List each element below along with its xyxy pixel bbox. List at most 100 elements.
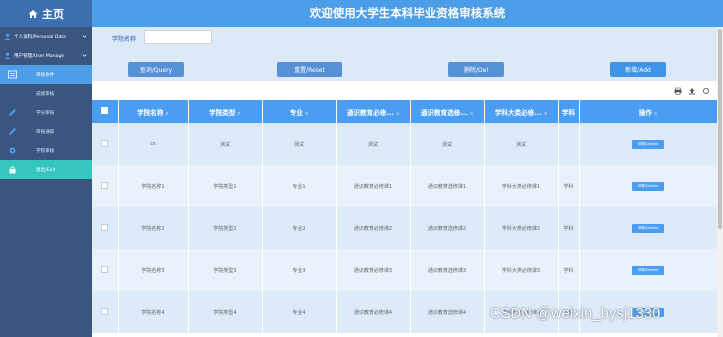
cell-college-name: 学院名称3 (118, 249, 189, 291)
sidebar: 个人资料/Personal Data 用户管理/User Manage 审核条件… (0, 27, 92, 337)
cell-college-type: 学院类型1 (188, 165, 263, 207)
select-all-cell[interactable] (92, 100, 119, 123)
details-button[interactable]: 详情/Details (632, 223, 664, 233)
cell-discipline: 学科 (558, 207, 580, 249)
row-checkbox[interactable] (101, 139, 109, 147)
cell-college-name: 学院名称2 (118, 207, 189, 249)
col-header-actions: 操作 ⇅ (579, 100, 717, 123)
cell-major: 专业1 (262, 165, 337, 207)
col-header-general-required[interactable]: 通识教育必修... ⇅ (336, 100, 411, 123)
sidebar-item-college-audit[interactable]: 学院审核 (0, 141, 92, 160)
table-row[interactable]: 学院名称3 学院类型3 专业3 通识教育必修课3 通识教育选修课3 学科大类必修… (92, 249, 717, 291)
data-table: 学院名称 ⇅ 学院类型 ⇅ 专业 ⇅ 通识教育必修... ⇅ 通识教育选修... ⇅ 学科… (92, 100, 717, 337)
cell-discipline-required: 学科大类必修课2 (484, 207, 559, 249)
top-header: 主页 欢迎使用大学生本科毕业资格审核系统 (0, 0, 723, 27)
cell-general-elective: 通识教育选修课4 (410, 291, 485, 333)
details-button[interactable]: 详情/Details (632, 139, 664, 149)
cell-discipline (558, 123, 580, 165)
sort-icon[interactable]: ⇅ (470, 111, 473, 116)
table-toolbar (92, 81, 723, 100)
chevron-down-icon (82, 54, 87, 57)
add-button[interactable]: 新增/Add (610, 62, 666, 77)
print-icon[interactable] (674, 87, 682, 95)
college-name-input[interactable] (144, 30, 212, 44)
page-scrollbar[interactable] (717, 27, 723, 337)
details-button[interactable]: 详情/Details (632, 181, 664, 191)
users-icon (4, 52, 11, 59)
col-header-major[interactable]: 专业 ⇅ (262, 100, 337, 123)
home-label: 主页 (42, 7, 64, 21)
college-name-label: 学院名称 (112, 36, 137, 43)
sort-icon[interactable]: ⇅ (238, 111, 241, 116)
sort-icon[interactable]: ⇅ (544, 111, 547, 116)
sidebar-item-audit-notice[interactable]: 审核通知 (0, 122, 92, 141)
table-row[interactable]: cs 测试 测试 测试 测试 测试 详情/Details (92, 123, 717, 165)
sidebar-item-label: 成绩审核 (36, 91, 55, 97)
cell-general-required: 通识教育必修课1 (336, 165, 411, 207)
col-header-college-type[interactable]: 学院类型 ⇅ (188, 100, 263, 123)
row-checkbox[interactable] (101, 181, 109, 189)
cell-college-name: 学院名称1 (118, 165, 189, 207)
row-checkbox[interactable] (101, 265, 109, 273)
sidebar-item-label: 学分审核 (36, 110, 55, 116)
table-row[interactable]: 学院名称2 学院类型2 专业2 通识教育必修课2 通识教育选修课2 学科大类必修… (92, 207, 717, 249)
cell-discipline-required: 测试 (484, 123, 559, 165)
cell-general-elective: 通识教育选修课3 (410, 249, 485, 291)
query-button[interactable]: 查询/Query (128, 62, 184, 77)
sort-icon[interactable]: ⇅ (305, 111, 308, 116)
row-checkbox[interactable] (101, 223, 109, 231)
chevron-down-icon (82, 35, 87, 38)
col-header-discipline-required[interactable]: 学科大类必修... ⇅ (484, 100, 559, 123)
sidebar-item-personal-data[interactable]: 个人资料/Personal Data (0, 27, 92, 46)
sidebar-item-credit-audit[interactable]: 学分审核 (0, 103, 92, 122)
pen-icon (9, 109, 16, 116)
user-icon (4, 33, 11, 40)
col-header-discipline[interactable]: 学科 (558, 100, 580, 123)
cell-general-required: 通识教育必修课3 (336, 249, 411, 291)
sort-icon[interactable]: ⇅ (396, 111, 399, 116)
lock-icon (9, 166, 16, 174)
home-icon (28, 9, 38, 18)
sidebar-item-label: 审核条件 (36, 72, 55, 78)
sidebar-item-exit[interactable]: 退出/Exit (0, 160, 92, 179)
row-checkbox[interactable] (101, 307, 109, 315)
cell-major: 专业4 (262, 291, 337, 333)
reset-button[interactable]: 重置/Reset (277, 62, 342, 77)
cell-general-elective: 通识教育选修课2 (410, 207, 485, 249)
col-header-college-name[interactable]: 学院名称 ⇅ (118, 100, 189, 123)
cell-major: 专业2 (262, 207, 337, 249)
list-icon (8, 70, 17, 79)
sidebar-item-user-manage[interactable]: 用户管理/User Manage (0, 46, 92, 65)
cell-general-required: 通识教育必修课4 (336, 291, 411, 333)
cell-discipline: 学科 (558, 165, 580, 207)
cell-general-elective: 通识教育选修课1 (410, 165, 485, 207)
edit-icon (9, 128, 16, 135)
sort-icon[interactable]: ⇅ (166, 111, 169, 116)
sidebar-item-label: 学院审核 (36, 148, 55, 154)
col-header-general-elective[interactable]: 通识教育选修... ⇅ (410, 100, 485, 123)
gear-icon (9, 147, 16, 154)
cell-college-type: 学院类型3 (188, 249, 263, 291)
delete-button[interactable]: 删除/Del (448, 62, 504, 77)
cell-major: 测试 (262, 123, 337, 165)
cell-major: 专业3 (262, 249, 337, 291)
search-panel: 学院名称 查询/Query 重置/Reset 删除/Del 新增/Add (92, 27, 723, 89)
watermark: CSDN @weixin_bysj1330 (490, 306, 661, 322)
select-all-checkbox[interactable] (101, 107, 109, 114)
export-icon[interactable] (688, 87, 696, 95)
refresh-icon[interactable] (702, 87, 710, 95)
cell-college-type: 学院类型2 (188, 207, 263, 249)
home-button[interactable]: 主页 (0, 0, 92, 27)
cell-college-type: 学院类型4 (188, 291, 263, 333)
cell-general-elective: 测试 (410, 123, 485, 165)
cell-general-required: 测试 (336, 123, 411, 165)
details-button[interactable]: 详情/Details (632, 265, 664, 275)
sidebar-item-label: 个人资料/Personal Data (14, 34, 66, 40)
sidebar-item-grade-audit[interactable]: 成绩审核 (0, 84, 92, 103)
table-row[interactable]: 学院名称1 学院类型1 专业1 通识教育必修课1 通识教育选修课1 学科大类必修… (92, 165, 717, 207)
cell-college-name: 学院名称4 (118, 291, 189, 333)
sidebar-item-audit-conditions[interactable]: 审核条件 (0, 65, 92, 84)
sidebar-item-label: 退出/Exit (36, 167, 56, 173)
scrollbar-thumb[interactable] (718, 29, 722, 229)
cell-discipline-required: 学科大类必修课1 (484, 165, 559, 207)
